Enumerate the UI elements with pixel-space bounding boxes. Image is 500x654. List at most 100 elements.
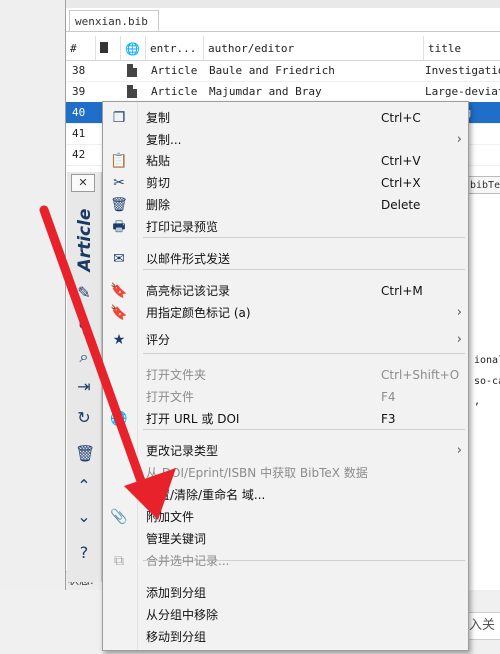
menu-item[interactable]: ✂ 剪切 Ctrl+X xyxy=(103,172,468,194)
menu-item-label: 打开文件夹 xyxy=(146,368,207,382)
file-icon xyxy=(100,42,108,53)
menu-item-label: 管理关键词 xyxy=(146,532,207,546)
menu-separator xyxy=(143,353,465,354)
pdf-file-icon[interactable] xyxy=(127,64,137,77)
edit-icon[interactable]: ✎ xyxy=(75,284,93,302)
table-row[interactable]: 38 Article Baule and Friedrich Investigatio xyxy=(66,60,500,82)
menu-item[interactable]: 🗑 删除 Delete xyxy=(103,194,468,216)
menu-item[interactable]: 添加到分组 xyxy=(103,582,468,604)
col-header-title[interactable]: title xyxy=(424,36,500,60)
menu-item-label: 附加文件 xyxy=(146,510,195,524)
bibtex-tab[interactable]: bibTeX xyxy=(466,176,500,194)
menu-item-shortcut: F3 xyxy=(381,412,396,426)
globe-icon: 🌐 xyxy=(110,411,128,427)
entry-editor-toolbar: ✕ Article ✎ ⚲ ⌕ ⇥ ↻ 🗑 ⌃ ⌄ ? xyxy=(67,172,102,582)
row-author: Baule and Friedrich xyxy=(209,64,335,77)
bookmark-color-icon: 🔖 xyxy=(110,305,128,321)
bookmark-icon: 🔖 xyxy=(110,283,128,299)
file-tab[interactable]: wenxian.bib xyxy=(69,10,159,32)
menu-item-shortcut: Ctrl+C xyxy=(381,111,421,125)
paperclip-icon: 📎 xyxy=(110,509,128,525)
help-icon[interactable]: ? xyxy=(75,544,93,562)
search-icon[interactable]: ⌕ xyxy=(75,348,93,366)
menu-item[interactable]: 更改记录类型 › xyxy=(103,440,468,462)
menu-item[interactable]: ★ 评分 › xyxy=(103,329,468,351)
menu-item-shortcut: Ctrl+M xyxy=(381,284,423,298)
menu-item[interactable]: 打开文件夹 Ctrl+Shift+O xyxy=(103,364,468,386)
editor-text-snippet: so-ca xyxy=(474,376,500,387)
row-number: 41 xyxy=(72,127,86,140)
chevron-right-icon: › xyxy=(456,132,462,147)
delete-icon[interactable]: 🗑 xyxy=(75,445,95,463)
chevron-down-icon[interactable]: ⌄ xyxy=(75,508,93,526)
menu-item-label: 更改记录类型 xyxy=(146,444,219,458)
col-header-author[interactable]: author/editor xyxy=(204,36,424,60)
key-icon[interactable]: ⚲ xyxy=(75,318,93,336)
menu-item[interactable]: 从分组中移除 xyxy=(103,604,468,626)
menu-item-label: 添加到分组 xyxy=(146,586,207,600)
menu-item[interactable]: 管理关键词 xyxy=(103,528,468,550)
menu-item-label: 设置/清除/重命名 域... xyxy=(146,488,266,502)
menu-item-shortcut: Ctrl+V xyxy=(381,154,421,168)
menu-item-label: 打印记录预览 xyxy=(146,220,219,234)
merge-icon: ⧉ xyxy=(114,553,124,569)
row-entry-type: Article xyxy=(151,85,198,98)
entry-type-label: Article xyxy=(75,208,95,272)
chevron-right-icon: › xyxy=(456,332,462,347)
menu-item[interactable]: 🖶 打印记录预览 xyxy=(103,216,468,238)
chevron-right-icon: › xyxy=(456,443,462,458)
menu-item-label: 从 DOI/Eprint/ISBN 中获取 BibTeX 数据 xyxy=(146,466,368,480)
chevron-right-icon: › xyxy=(456,305,462,320)
star-icon: ★ xyxy=(112,332,126,348)
menu-item-shortcut: Ctrl+X xyxy=(381,176,421,190)
import-icon[interactable]: ⇥ xyxy=(75,378,93,396)
trash-icon: 🗑 xyxy=(110,197,128,213)
menu-item-label: 从分组中移除 xyxy=(146,608,219,622)
col-header-number[interactable]: # xyxy=(66,36,96,60)
chevron-up-icon[interactable]: ⌃ xyxy=(75,477,93,495)
menu-item[interactable]: 🌐 打开 URL 或 DOI F3 xyxy=(103,408,468,430)
email-icon: ✉ xyxy=(113,251,125,267)
menu-item[interactable]: 📎 附加文件 xyxy=(103,506,468,528)
editor-text-snippet: ional xyxy=(474,355,500,366)
row-number: 40 xyxy=(72,106,86,119)
menu-item[interactable]: 打开文件 F4 xyxy=(103,386,468,408)
menu-item-shortcut: Ctrl+Shift+O xyxy=(381,368,460,382)
menu-item[interactable]: 📋 粘贴 Ctrl+V xyxy=(103,150,468,172)
scissors-icon: ✂ xyxy=(113,175,125,191)
row-number: 39 xyxy=(72,85,86,98)
refresh-icon[interactable]: ↻ xyxy=(75,409,93,427)
menu-item[interactable]: 移动到分组 xyxy=(103,626,468,648)
editor-text-snippet: , xyxy=(474,396,481,407)
tab-divider xyxy=(66,31,500,32)
close-editor-button[interactable]: ✕ xyxy=(71,174,95,192)
menu-item-label: 评分 xyxy=(146,333,171,347)
menu-item[interactable]: 复制... › xyxy=(103,129,468,151)
menu-item-label: 高亮标记该记录 xyxy=(146,284,231,298)
row-title: Large-deviati xyxy=(425,85,500,98)
menu-item[interactable]: ❐ 复制 Ctrl+C xyxy=(103,107,468,129)
menu-item-label: 打开 URL 或 DOI xyxy=(146,412,240,426)
menu-item-label: 用指定颜色标记 (a) xyxy=(146,306,251,320)
menu-item-label: 合并选中记录... xyxy=(146,554,230,568)
col-header-file[interactable] xyxy=(96,36,121,60)
menu-item-label: 复制... xyxy=(146,133,182,147)
menu-item[interactable]: ⧉ 合并选中记录... xyxy=(103,550,468,572)
menu-item[interactable]: 🔖 用指定颜色标记 (a) › xyxy=(103,302,468,324)
col-header-url[interactable]: 🌐 xyxy=(121,36,146,60)
desktop-left-area xyxy=(0,0,65,654)
globe-icon: 🌐 xyxy=(125,42,140,56)
menu-item[interactable]: 设置/清除/重命名 域... xyxy=(103,484,468,506)
menu-item-label: 删除 xyxy=(146,198,171,212)
menu-item[interactable]: ✉ 以邮件形式发送 xyxy=(103,248,468,270)
row-number: 42 xyxy=(72,148,86,161)
menu-item-shortcut: Delete xyxy=(381,198,421,212)
menu-item[interactable]: 🔖 高亮标记该记录 Ctrl+M xyxy=(103,280,468,302)
menu-item[interactable]: 从 DOI/Eprint/ISBN 中获取 BibTeX 数据 xyxy=(103,462,468,484)
pdf-file-icon[interactable] xyxy=(127,85,137,98)
row-author: Majumdar and Bray xyxy=(209,85,322,98)
printer-icon: 🖶 xyxy=(112,219,126,235)
menu-item-label: 打开文件 xyxy=(146,390,195,404)
col-header-entrytype[interactable]: entr... xyxy=(146,36,204,60)
table-row[interactable]: 39 Article Majumdar and Bray Large-deviati xyxy=(66,81,500,103)
